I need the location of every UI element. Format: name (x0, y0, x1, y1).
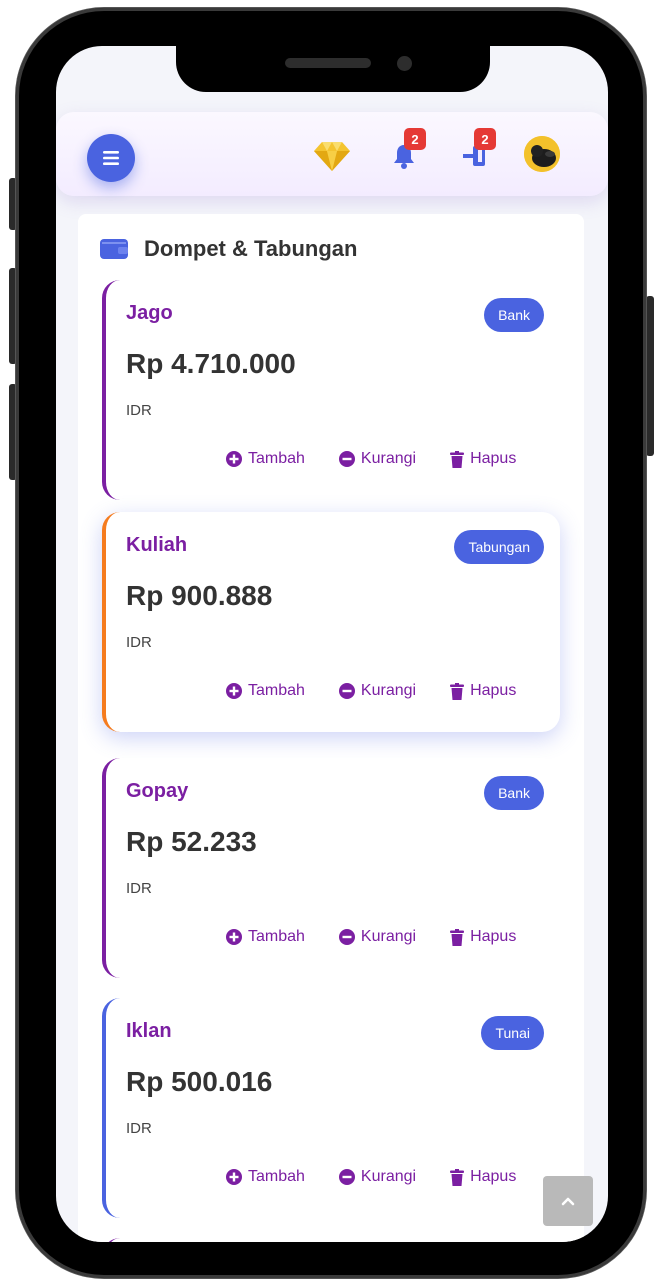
wallet-type-badge: Tunai (481, 1016, 544, 1050)
subtract-label: Kurangi (360, 450, 417, 467)
wallet-section: Dompet & Tabungan Jago Bank Rp 4.710.000… (78, 214, 584, 1242)
user-avatar[interactable] (524, 136, 560, 172)
top-navbar: 2 2 (56, 112, 608, 196)
wallet-card-gopay: Gopay Bank Rp 52.233 IDR Tambah Kurangi … (102, 758, 560, 978)
wallet-actions: Tambah Kurangi Hapus (226, 450, 516, 468)
wallet-currency: IDR (126, 634, 152, 651)
notifications-badge: 2 (404, 128, 426, 150)
subtract-label: Kurangi (360, 1168, 417, 1185)
hamburger-icon (103, 151, 119, 165)
minus-circle-icon (338, 929, 355, 945)
delete-button[interactable]: Hapus (450, 928, 516, 946)
wallet-actions: Tambah Kurangi Hapus (226, 682, 516, 700)
wallet-name: Kuliah (126, 534, 188, 556)
add-label: Tambah (248, 1168, 305, 1185)
notifications-button[interactable]: 2 (384, 128, 426, 176)
wallet-card-kuliah: Kuliah Tabungan Rp 900.888 IDR Tambah Ku… (102, 512, 560, 732)
add-label: Tambah (248, 928, 305, 945)
menu-button[interactable] (87, 134, 135, 182)
wallet-balance: Rp 900.888 (126, 580, 273, 611)
wallet-icon (100, 239, 128, 259)
delete-label: Hapus (470, 682, 517, 699)
minus-circle-icon (338, 683, 355, 699)
add-label: Tambah (248, 450, 305, 467)
delete-button[interactable]: Hapus (450, 682, 516, 700)
add-button[interactable]: Tambah (226, 1168, 305, 1186)
wallet-name: Jago (126, 302, 173, 324)
subtract-button[interactable]: Kurangi (338, 450, 417, 468)
wallet-type-badge: Tabungan (454, 530, 544, 564)
wallet-card-jago: Jago Bank Rp 4.710.000 IDR Tambah Kurang… (102, 280, 560, 500)
minus-circle-icon (338, 451, 355, 467)
wallet-actions: Tambah Kurangi Hapus (226, 1168, 516, 1186)
delete-label: Hapus (470, 1168, 517, 1185)
avatar-image (524, 136, 560, 172)
subtract-label: Kurangi (360, 928, 417, 945)
add-button[interactable]: Tambah (226, 450, 305, 468)
wallet-type-badge: Bank (484, 298, 544, 332)
scroll-to-top-button[interactable] (543, 1176, 593, 1226)
add-button[interactable]: Tambah (226, 682, 305, 700)
phone-speaker (285, 58, 371, 68)
wallet-card-iklan: Iklan Tunai Rp 500.016 IDR Tambah Kurang… (102, 998, 560, 1218)
wallet-currency: IDR (126, 1120, 152, 1137)
delete-label: Hapus (470, 928, 517, 945)
minus-circle-icon (338, 1169, 355, 1185)
subtract-label: Kurangi (360, 682, 417, 699)
login-button[interactable]: 2 (454, 128, 496, 176)
diamond-icon (314, 142, 350, 171)
section-header: Dompet & Tabungan (100, 234, 357, 264)
subtract-button[interactable]: Kurangi (338, 1168, 417, 1186)
trash-icon (450, 682, 465, 700)
add-button[interactable]: Tambah (226, 928, 305, 946)
delete-button[interactable]: Hapus (450, 1168, 516, 1186)
trash-icon (450, 1168, 465, 1186)
plus-circle-icon (226, 451, 242, 467)
plus-circle-icon (226, 929, 242, 945)
wallet-balance: Rp 4.710.000 (126, 348, 296, 379)
wallet-currency: IDR (126, 880, 152, 897)
add-label: Tambah (248, 682, 305, 699)
plus-circle-icon (226, 683, 242, 699)
phone-power-button (646, 296, 654, 456)
delete-button[interactable]: Hapus (450, 450, 516, 468)
wallet-currency: IDR (126, 402, 152, 419)
phone-notch (176, 46, 490, 92)
wallet-actions: Tambah Kurangi Hapus (226, 928, 516, 946)
subtract-button[interactable]: Kurangi (338, 682, 417, 700)
wallet-card-next (102, 1238, 560, 1242)
plus-circle-icon (226, 1169, 242, 1185)
wallet-type-badge: Bank (484, 776, 544, 810)
premium-button[interactable] (312, 136, 352, 176)
wallet-name: Gopay (126, 780, 189, 802)
login-badge: 2 (474, 128, 496, 150)
wallet-balance: Rp 52.233 (126, 826, 257, 857)
phone-camera (397, 56, 412, 71)
wallet-name: Iklan (126, 1020, 172, 1042)
trash-icon (450, 450, 465, 468)
subtract-button[interactable]: Kurangi (338, 928, 417, 946)
wallet-balance: Rp 500.016 (126, 1066, 273, 1097)
section-title: Dompet & Tabungan (144, 236, 358, 261)
trash-icon (450, 928, 465, 946)
chevron-up-icon (561, 1197, 575, 1206)
delete-label: Hapus (470, 450, 517, 467)
app-screen: 2 2 Dompet & Tabungan Jago Bank Rp 4.710… (56, 46, 608, 1242)
